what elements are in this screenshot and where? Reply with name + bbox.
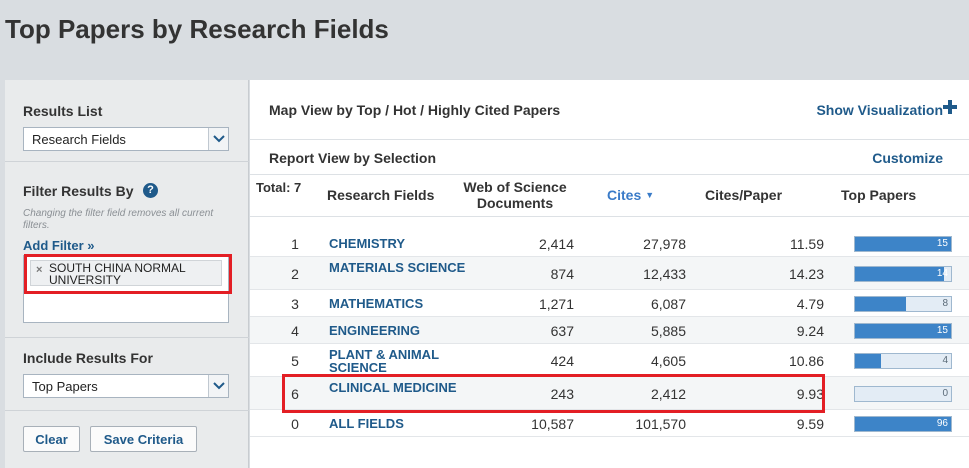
main-divider <box>250 139 969 140</box>
results-list-label: Results List <box>23 103 103 119</box>
table-row: 6 CLINICAL MEDICINE 243 2,412 9.93 0 <box>250 377 969 410</box>
row-rank: 4 <box>291 323 299 339</box>
table-row: 2 MATERIALS SCIENCE 874 12,433 14.23 14 <box>250 257 969 290</box>
plus-icon[interactable] <box>943 100 957 114</box>
top-papers-count: 8 <box>942 298 948 309</box>
field-link[interactable]: PLANT & ANIMAL SCIENCE <box>329 348 469 374</box>
sidebar-divider <box>5 410 249 411</box>
filter-chip: × SOUTH CHINA NORMAL UNIVERSITY <box>30 260 222 286</box>
field-link[interactable]: ENGINEERING <box>329 324 469 337</box>
th-wos-documents[interactable]: Web of Science Documents <box>455 179 575 211</box>
page-title: Top Papers by Research Fields <box>5 14 389 44</box>
total-count: Total: 7 <box>256 180 302 195</box>
top-papers-count: 14 <box>936 268 948 279</box>
remove-filter-icon[interactable]: × <box>36 264 42 276</box>
help-icon[interactable]: ? <box>143 183 158 198</box>
th-cites-label: Cites <box>607 187 642 203</box>
docs-value: 637 <box>550 323 574 339</box>
field-link[interactable]: ALL FIELDS <box>329 417 469 430</box>
cites-value: 12,433 <box>643 266 686 282</box>
results-list-select[interactable]: Research Fields <box>23 127 229 151</box>
docs-value: 243 <box>550 386 574 402</box>
results-list-value: Research Fields <box>32 132 126 147</box>
report-view-title: Report View by Selection <box>269 150 437 166</box>
cites-per-paper-value: 9.24 <box>796 323 824 339</box>
top-papers-bar[interactable]: 0 <box>854 386 952 402</box>
table-row: 4 ENGINEERING 637 5,885 9.24 15 <box>250 317 969 344</box>
row-rank: 1 <box>291 236 299 252</box>
cites-value: 2,412 <box>650 386 686 402</box>
field-link[interactable]: MATERIALS SCIENCE <box>329 261 469 274</box>
cites-per-paper-value: 14.23 <box>788 266 824 282</box>
cites-value: 4,605 <box>650 353 686 369</box>
sidebar-divider <box>5 337 249 338</box>
cites-per-paper-value: 4.79 <box>796 296 824 312</box>
top-papers-count: 96 <box>936 418 948 429</box>
chevron-down-icon[interactable] <box>208 128 228 150</box>
th-cites[interactable]: Cites ▼ <box>607 187 654 203</box>
cites-per-paper-value: 9.93 <box>796 386 824 402</box>
th-top-papers[interactable]: Top Papers <box>841 187 916 203</box>
include-results-select[interactable]: Top Papers <box>23 374 229 398</box>
top-papers-bar[interactable]: 8 <box>854 296 952 312</box>
clear-button[interactable]: Clear <box>23 426 80 452</box>
row-rank: 2 <box>291 266 299 282</box>
top-papers-bar-fill <box>855 354 881 368</box>
docs-value: 424 <box>550 353 574 369</box>
show-visualization-link[interactable]: Show Visualization <box>816 102 943 118</box>
filter-note: Changing the filter field removes all cu… <box>23 208 214 231</box>
docs-value: 2,414 <box>538 236 574 252</box>
cites-value: 6,087 <box>650 296 686 312</box>
field-link[interactable]: CLINICAL MEDICINE <box>329 381 469 394</box>
row-rank: 3 <box>291 296 299 312</box>
row-rank: 0 <box>291 416 299 432</box>
th-research-fields[interactable]: Research Fields <box>327 187 434 203</box>
cites-value: 101,570 <box>635 416 686 432</box>
cites-value: 5,885 <box>650 323 686 339</box>
table-row: 3 MATHEMATICS 1,271 6,087 4.79 8 <box>250 290 969 317</box>
filter-list: × SOUTH CHINA NORMAL UNIVERSITY <box>23 255 229 323</box>
top-papers-count: 15 <box>936 325 948 336</box>
table-row: 1 CHEMISTRY 2,414 27,978 11.59 15 <box>250 230 969 257</box>
main-divider <box>250 216 969 217</box>
sidebar-divider <box>5 161 249 162</box>
th-cites-per-paper[interactable]: Cites/Paper <box>705 187 782 203</box>
top-papers-bar[interactable]: 96 <box>854 416 952 432</box>
row-rank: 5 <box>291 353 299 369</box>
row-rank: 6 <box>291 386 299 402</box>
top-papers-bar-fill <box>855 297 906 311</box>
docs-value: 1,271 <box>538 296 574 312</box>
cites-per-paper-value: 9.59 <box>796 416 824 432</box>
chevron-down-icon[interactable] <box>208 375 228 397</box>
top-papers-bar[interactable]: 4 <box>854 353 952 369</box>
top-papers-bar[interactable]: 15 <box>854 236 952 252</box>
docs-value: 874 <box>550 266 574 282</box>
docs-value: 10,587 <box>531 416 574 432</box>
sidebar: Results List Research Fields Filter Resu… <box>5 80 249 468</box>
top-papers-bar[interactable]: 15 <box>854 323 952 339</box>
sort-desc-icon: ▼ <box>645 190 655 200</box>
include-results-label: Include Results For <box>23 350 153 366</box>
save-criteria-button[interactable]: Save Criteria <box>90 426 197 452</box>
filter-chip-label: SOUTH CHINA NORMAL UNIVERSITY <box>49 261 186 287</box>
top-papers-count: 0 <box>942 388 948 399</box>
customize-link[interactable]: Customize <box>872 150 943 166</box>
include-results-value: Top Papers <box>32 379 98 394</box>
top-papers-count: 4 <box>942 355 948 366</box>
top-papers-bar-fill <box>855 267 944 281</box>
field-link[interactable]: CHEMISTRY <box>329 237 469 250</box>
main-panel: Map View by Top / Hot / Highly Cited Pap… <box>250 80 969 468</box>
add-filter-link[interactable]: Add Filter » <box>23 238 95 253</box>
top-papers-bar[interactable]: 14 <box>854 266 952 282</box>
map-view-title: Map View by Top / Hot / Highly Cited Pap… <box>269 102 561 118</box>
top-papers-count: 15 <box>936 238 948 249</box>
table-row: 0 ALL FIELDS 10,587 101,570 9.59 96 <box>250 410 969 437</box>
field-link[interactable]: MATHEMATICS <box>329 297 469 310</box>
filter-by-label: Filter Results By <box>23 183 134 199</box>
table-row: 5 PLANT & ANIMAL SCIENCE 424 4,605 10.86 4 <box>250 344 969 377</box>
cites-per-paper-value: 11.59 <box>790 236 824 252</box>
main-divider <box>250 174 969 175</box>
cites-value: 27,978 <box>643 236 686 252</box>
cites-per-paper-value: 10.86 <box>788 353 824 369</box>
